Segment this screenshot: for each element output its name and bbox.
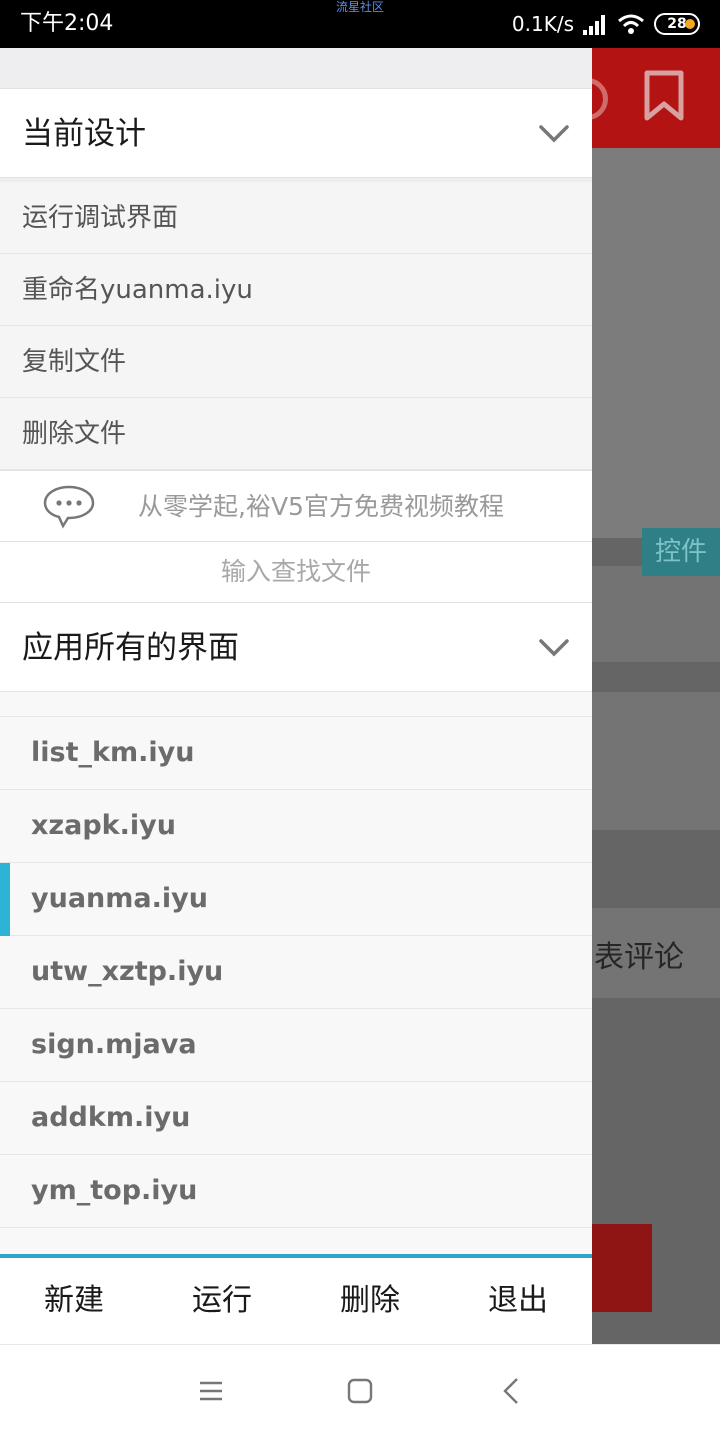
tutorial-notice-text: 从零学起,裕V5官方免费视频教程 bbox=[138, 492, 504, 521]
background-red-button bbox=[592, 1224, 652, 1312]
exit-button[interactable]: 退出 bbox=[444, 1258, 592, 1344]
current-design-title: 当前设计 bbox=[22, 116, 146, 152]
file-item[interactable]: sign.mjava bbox=[0, 1009, 592, 1082]
back-icon[interactable] bbox=[500, 1377, 524, 1405]
current-design-header[interactable]: 当前设计 bbox=[0, 88, 592, 178]
background-block bbox=[592, 566, 720, 662]
net-speed: 0.1K/s bbox=[511, 12, 574, 36]
chevron-down-icon[interactable] bbox=[538, 119, 570, 149]
battery-dot bbox=[685, 19, 695, 29]
home-icon[interactable] bbox=[346, 1377, 374, 1405]
background-comment-label: 表评论 bbox=[594, 940, 684, 975]
file-item[interactable]: list_km.iyu bbox=[0, 717, 592, 790]
file-item[interactable]: utw_xztp.iyu bbox=[0, 936, 592, 1009]
file-item[interactable]: xzapk.iyu bbox=[0, 790, 592, 863]
menu-icon[interactable] bbox=[198, 1377, 224, 1405]
background-block bbox=[592, 148, 720, 538]
system-nav-bar bbox=[0, 1344, 720, 1440]
battery-level: 28 bbox=[667, 16, 687, 32]
tutorial-notice[interactable]: 从零学起,裕V5官方免费视频教程 bbox=[0, 470, 592, 542]
file-list[interactable]: list_km.iyu xzapk.iyu yuanma.iyu utw_xzt… bbox=[0, 692, 592, 1256]
navigation-drawer: 当前设计 运行调试界面 重命名yuanma.iyu 复制文件 删除文件 从零学起… bbox=[0, 48, 592, 1344]
delete-button[interactable]: 删除 bbox=[296, 1258, 444, 1344]
all-screens-header[interactable]: 应用所有的界面 bbox=[0, 602, 592, 692]
chat-bubble-icon bbox=[43, 485, 95, 529]
file-item-selected[interactable]: yuanma.iyu bbox=[0, 863, 592, 936]
menu-item-copy-file[interactable]: 复制文件 bbox=[0, 326, 592, 398]
battery-indicator: 28 bbox=[654, 13, 700, 35]
wifi-icon bbox=[618, 14, 644, 34]
background-control-label: 控件 bbox=[642, 528, 720, 576]
background-page: 控件 表评论 bbox=[592, 48, 720, 1344]
status-bar: 下午2:04 流星社区 0.1K/s 28 bbox=[0, 0, 720, 48]
new-button[interactable]: 新建 bbox=[0, 1258, 148, 1344]
file-search-input[interactable]: 输入查找文件 bbox=[0, 542, 592, 602]
file-item[interactable]: ym_top.iyu bbox=[0, 1155, 592, 1228]
run-button[interactable]: 运行 bbox=[148, 1258, 296, 1344]
background-header bbox=[592, 48, 720, 148]
background-block bbox=[592, 692, 720, 830]
file-item[interactable]: addkm.iyu bbox=[0, 1082, 592, 1155]
menu-item-delete-file[interactable]: 删除文件 bbox=[0, 398, 592, 470]
drawer-bottom-bar: 新建 运行 删除 退出 bbox=[0, 1254, 592, 1344]
background-circle-icon bbox=[592, 78, 608, 120]
menu-item-rename[interactable]: 重命名yuanma.iyu bbox=[0, 254, 592, 326]
all-screens-title: 应用所有的界面 bbox=[22, 630, 239, 666]
list-item-partial bbox=[0, 692, 592, 717]
status-right: 0.1K/s 28 bbox=[512, 8, 700, 40]
bookmark-icon bbox=[644, 70, 684, 121]
chevron-down-icon[interactable] bbox=[538, 633, 570, 663]
signal-icon bbox=[583, 15, 605, 35]
current-design-menu: 运行调试界面 重命名yuanma.iyu 复制文件 删除文件 bbox=[0, 182, 592, 470]
menu-item-run-debug[interactable]: 运行调试界面 bbox=[0, 182, 592, 254]
